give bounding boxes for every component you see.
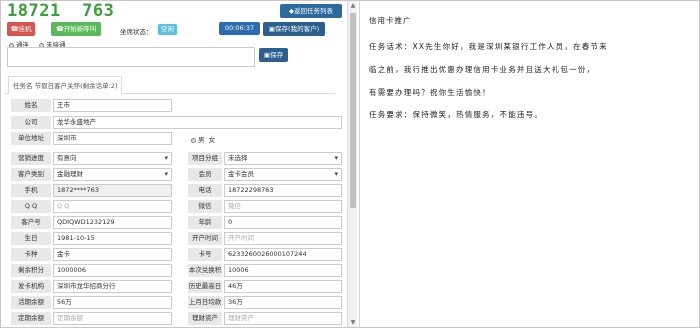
customer-form: 姓名 王市 公司 龙华永盛地产 单位地址 深圳市 男 女 营销进度 有意向 项目…: [1, 97, 346, 327]
tel-field[interactable]: 18722298763: [224, 184, 342, 197]
call-timer: 00:06:37: [219, 22, 260, 35]
open-time-label: 开户时间: [188, 232, 222, 245]
member-label: 会员: [188, 168, 222, 181]
card-type-field[interactable]: 金卡: [53, 248, 172, 261]
customer-type-label: 客户类别: [11, 168, 51, 181]
remark-textarea[interactable]: [7, 47, 255, 67]
return-task-list-button[interactable]: ◆返回任务列表: [280, 4, 342, 18]
last-month-label: 上月日均款: [188, 296, 222, 309]
task-tabbar: 任务名 节假日客户关怀(剩余话单:2): [5, 74, 335, 94]
mobile-field: 1872****763: [53, 184, 172, 197]
points-field[interactable]: 1000006: [53, 264, 172, 277]
form-row: 客户号 QDIQWD1232129 年龄 0: [1, 215, 346, 231]
form-row: 生日 1981-10-15 开户时间 开户时间: [1, 231, 346, 247]
qq-field[interactable]: Q Q: [53, 200, 172, 213]
form-row: 客户类别 金融理财 会员 金卡会员: [1, 167, 346, 183]
exchange-points-label: 本次兑换积: [188, 264, 222, 277]
hist-avg-label: 历史最高日: [188, 280, 222, 293]
project-group-label: 项目分组: [188, 152, 222, 165]
address-field[interactable]: 深圳市: [53, 132, 172, 145]
hangup-button[interactable]: ☎挂机: [7, 22, 35, 36]
card-type-label: 卡种: [11, 248, 51, 261]
script-line: 任务话术：XX先生你好，我是深圳某银行工作人员，在春节来: [369, 42, 608, 51]
wealth-field[interactable]: 理财资产: [224, 312, 342, 325]
open-time-field[interactable]: 开户时间: [224, 232, 342, 245]
scrollbar-thumb[interactable]: [350, 13, 356, 208]
seat-status-badge: 空闲: [158, 24, 177, 35]
wechat-field[interactable]: 微信: [224, 200, 342, 213]
issuing-org-field[interactable]: 深圳市龙华招商分行: [53, 280, 172, 293]
name-label: 姓名: [11, 99, 51, 112]
last-month-field[interactable]: 36万: [224, 296, 342, 309]
script-panel: 信用卡推广 任务话术：XX先生你好，我是深圳某银行工作人员，在春节来 临之前，我…: [359, 1, 699, 327]
fixed-balance-field[interactable]: 定期余额: [53, 312, 172, 325]
project-group-select[interactable]: 未选择: [224, 152, 342, 165]
customer-no-field[interactable]: QDIQWD1232129: [53, 216, 172, 229]
issuing-org-label: 发卡机构: [11, 280, 51, 293]
address-label: 单位地址: [11, 132, 51, 145]
wechat-label: 微信: [188, 200, 222, 213]
phone-number-display: 18721 763: [7, 1, 115, 21]
tab-task[interactable]: 任务名 节假日客户关怀(剩余话单:2): [8, 76, 123, 94]
gender-radio-group[interactable]: 男 女: [191, 134, 215, 144]
birthday-label: 生日: [11, 232, 51, 245]
seat-status-label: 坐席状态：: [120, 28, 153, 36]
card-no-field[interactable]: 6233260026000107244: [224, 248, 342, 261]
member-select[interactable]: 金卡会员: [224, 168, 342, 181]
left-pane-scrollbar[interactable]: ▲ ▼: [347, 1, 357, 327]
form-row: 单位地址 深圳市 男 女: [1, 131, 346, 147]
demand-balance-label: 活期余额: [11, 296, 51, 309]
age-field[interactable]: 0: [224, 216, 342, 229]
demand-balance-field[interactable]: 56万: [53, 296, 172, 309]
hist-avg-field[interactable]: 46万: [224, 280, 342, 293]
progress-label: 营销进度: [11, 152, 51, 165]
mobile-label: 手机: [11, 184, 51, 197]
scroll-down-arrow-icon[interactable]: ▼: [348, 318, 358, 327]
name-field[interactable]: 王市: [53, 99, 172, 112]
exchange-points-field[interactable]: 10006: [224, 264, 342, 277]
fixed-balance-label: 定期余额: [11, 312, 51, 325]
form-row: 姓名 王市: [1, 98, 346, 114]
script-line: 有需要办理吗？祝你生活愉快！: [369, 88, 491, 97]
form-row: 剩余积分 1000006 本次兑换积 10006: [1, 263, 346, 279]
script-title: 信用卡推广: [369, 16, 412, 25]
customer-type-select[interactable]: 金融理财: [53, 168, 172, 181]
start-new-call-button[interactable]: ☎开始新呼叫: [51, 22, 101, 36]
form-row: 发卡机构 深圳市龙华招商分行 历史最高日 46万: [1, 279, 346, 295]
qq-label: Q Q: [11, 200, 51, 213]
save-my-customer-button[interactable]: ▣保存(我的客户): [263, 22, 325, 36]
age-label: 年龄: [188, 216, 222, 229]
tel-label: 电话: [188, 184, 222, 197]
script-line: 任务要求：保持微笑，热情服务，不能违号。: [369, 110, 543, 119]
form-row: 活期余额 56万 上月日均款 36万: [1, 295, 346, 311]
company-field[interactable]: 龙华永盛地产: [53, 116, 342, 129]
form-row: 定期余额 定期余额 理财资产 理财资产: [1, 311, 346, 327]
wealth-label: 理财资产: [188, 312, 222, 325]
form-row: 营销进度 有意向 项目分组 未选择: [1, 151, 346, 167]
script-line: 临之前，我行推出优惠办理信用卡业务并且送大礼包一份，: [369, 65, 596, 74]
save-button[interactable]: ▣保存: [259, 48, 288, 62]
customer-no-label: 客户号: [11, 216, 51, 229]
birthday-field[interactable]: 1981-10-15: [53, 232, 172, 245]
scroll-up-arrow-icon[interactable]: ▲: [348, 1, 358, 10]
progress-select[interactable]: 有意向: [53, 152, 172, 165]
card-no-label: 卡号: [188, 248, 222, 261]
call-panel: 18721 763 ☎挂机 ☎开始新呼叫 坐席状态： 空闲 00:06:37 ◆…: [1, 1, 346, 327]
form-row: Q Q Q Q 微信 微信: [1, 199, 346, 215]
company-label: 公司: [11, 116, 51, 129]
points-label: 剩余积分: [11, 264, 51, 277]
radio-icon: [191, 137, 196, 143]
form-row: 手机 1872****763 电话 18722298763: [1, 183, 346, 199]
form-row: 卡种 金卡 卡号 6233260026000107244: [1, 247, 346, 263]
form-row: 公司 龙华永盛地产: [1, 115, 346, 131]
